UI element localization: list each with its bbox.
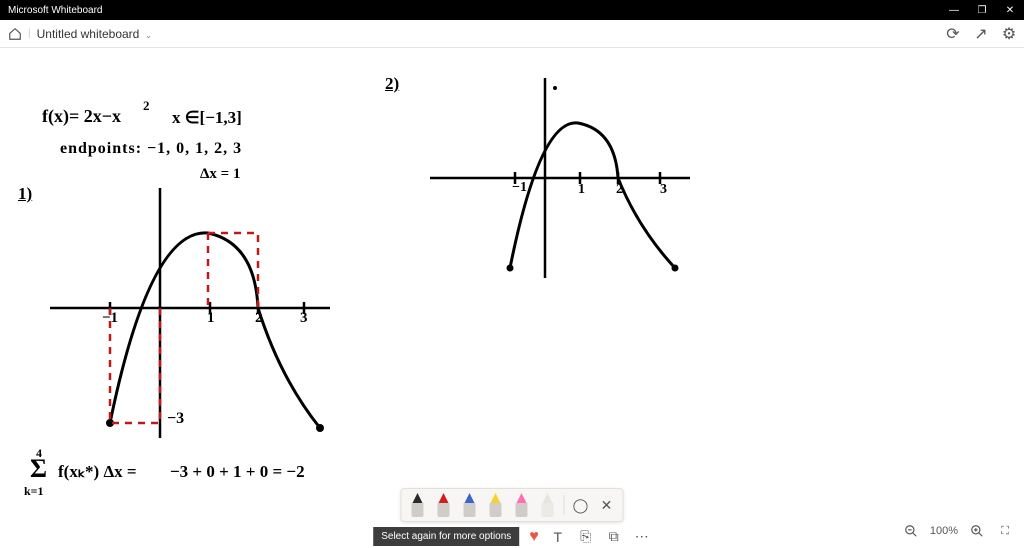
ink-endpoints: endpoints: −1, 0, 1, 2, 3 <box>60 140 242 158</box>
restore-button[interactable]: ❐ <box>968 0 996 20</box>
toolbar-close-icon[interactable]: ✕ <box>597 495 617 515</box>
pen-blue[interactable] <box>460 493 480 517</box>
whiteboard-canvas[interactable]: f(x)= 2x−x 2 x ∈[−1,3] endpoints: −1, 0,… <box>0 48 1024 548</box>
graph-1 <box>30 178 370 458</box>
ink-fx: f(x)= 2x−x <box>42 106 121 127</box>
app-title: Microsoft Whiteboard <box>8 5 102 16</box>
titlebar: Microsoft Whiteboard — ❐ ✕ <box>0 0 1024 20</box>
sum-rhs: −3 + 0 + 1 + 0 = −2 <box>170 462 305 482</box>
paste-icon[interactable]: ⧉ <box>605 528 623 546</box>
board-name-text: Untitled whiteboard <box>37 27 140 41</box>
pen-toolbar: ◯ ✕ <box>401 488 624 522</box>
more-icon[interactable]: ⋯ <box>633 528 651 546</box>
secondary-toolbar: Select again for more options ♥ T ⎘ ⧉ ⋯ <box>373 527 651 546</box>
pen-yellow[interactable] <box>486 493 506 517</box>
ink-two: 2) <box>385 74 399 94</box>
sum-bot: k=1 <box>24 484 44 499</box>
settings-icon[interactable]: ⚙ <box>1002 27 1016 41</box>
zoom-controls: 100% ⛶ <box>902 522 1014 540</box>
minimize-button[interactable]: — <box>940 0 968 20</box>
home-icon[interactable] <box>8 27 22 41</box>
graph-2 <box>430 68 730 298</box>
share-icon[interactable]: ↗ <box>974 27 988 41</box>
zoom-value: 100% <box>930 525 958 537</box>
close-button[interactable]: ✕ <box>996 0 1024 20</box>
board-name[interactable]: Untitled whiteboard ⌄ <box>37 27 153 41</box>
pen-pink[interactable] <box>512 493 532 517</box>
sum-body: f(xₖ*) Δx = <box>58 462 137 482</box>
reaction-heart-icon[interactable]: ♥ <box>529 528 539 546</box>
ink-domain: x ∈[−1,3] <box>172 108 242 128</box>
chevron-down-icon: ⌄ <box>145 30 153 40</box>
text-tool-icon[interactable]: T <box>549 528 567 546</box>
app-header: | Untitled whiteboard ⌄ ⟳ ↗ ⚙ <box>0 20 1024 48</box>
pen-eraser[interactable] <box>538 493 558 517</box>
timer-icon[interactable]: ⟳ <box>946 27 960 41</box>
header-left: | Untitled whiteboard ⌄ <box>8 27 152 41</box>
divider: | <box>28 28 31 39</box>
pen-red[interactable] <box>434 493 454 517</box>
pen-black[interactable] <box>408 493 428 517</box>
lasso-icon[interactable]: ◯ <box>571 495 591 515</box>
zoom-out-icon[interactable] <box>902 522 920 540</box>
window-controls: — ❐ ✕ <box>940 0 1024 20</box>
sum-sigma: Σ <box>30 454 47 484</box>
comment-icon[interactable]: ⎘ <box>577 528 595 546</box>
fit-screen-icon[interactable]: ⛶ <box>996 522 1014 540</box>
header-right: ⟳ ↗ ⚙ <box>946 27 1016 41</box>
zoom-in-icon[interactable] <box>968 522 986 540</box>
ink-exp2: 2 <box>143 98 150 114</box>
tooltip: Select again for more options <box>373 527 519 546</box>
toolbar-divider <box>564 495 565 515</box>
